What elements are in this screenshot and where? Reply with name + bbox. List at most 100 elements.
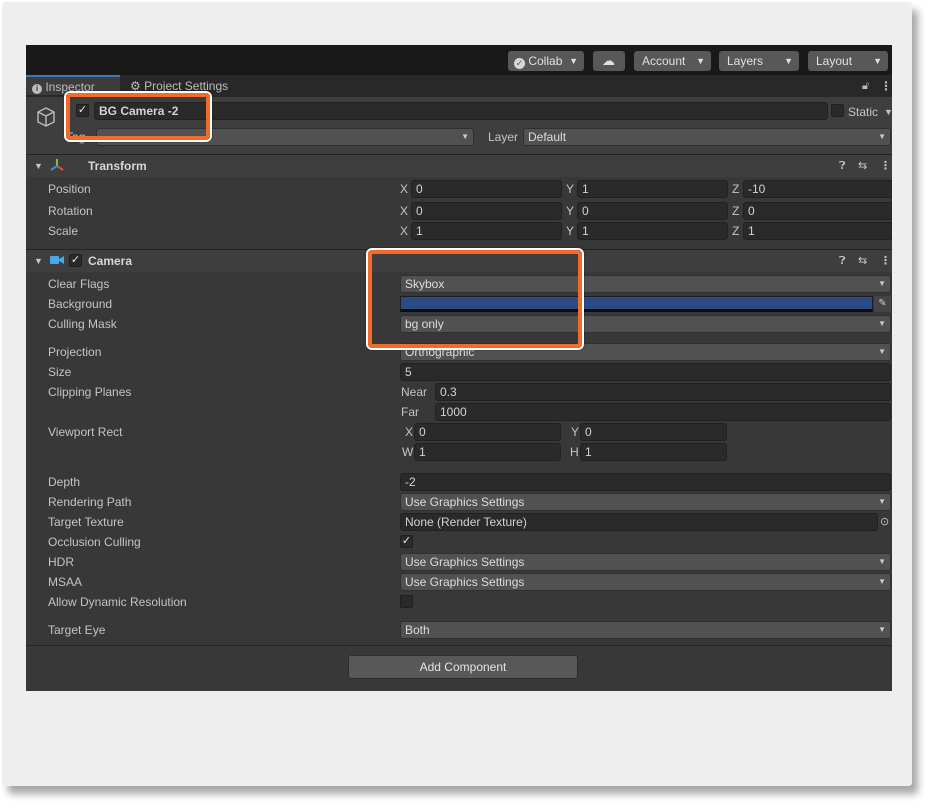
- collab-check-icon: ✓: [514, 58, 525, 69]
- object-name-field[interactable]: BG Camera -2: [94, 102, 828, 120]
- more-menu-icon[interactable]: ⋮: [880, 75, 892, 97]
- static-checkbox[interactable]: [831, 104, 844, 117]
- info-icon: i: [32, 84, 42, 94]
- axis-z-label: Z: [732, 182, 740, 196]
- account-button[interactable]: Account ▼: [634, 51, 711, 71]
- rendering-path-dropdown[interactable]: Use Graphics Settings ▼: [400, 493, 891, 511]
- layer-label: Layer: [488, 130, 519, 144]
- layers-button[interactable]: Layers ▼: [719, 51, 799, 71]
- viewport-y-label: Y: [571, 425, 580, 439]
- viewport-x-field[interactable]: 0: [414, 423, 561, 441]
- background-label: Background: [48, 297, 113, 311]
- more-menu-icon[interactable]: ⋮: [880, 155, 891, 177]
- viewport-w-label: W: [402, 445, 414, 459]
- chevron-down-icon[interactable]: ▼: [884, 103, 892, 121]
- cloud-button[interactable]: ☁: [593, 51, 625, 71]
- near-plane-field[interactable]: 0.3: [435, 383, 891, 401]
- depth-field[interactable]: -2: [400, 473, 891, 491]
- object-picker-icon[interactable]: ⊙: [880, 513, 889, 531]
- viewport-y-field[interactable]: 0: [580, 423, 727, 441]
- viewport-x-label: X: [405, 425, 414, 439]
- foldout-arrow-icon[interactable]: ▼: [34, 155, 43, 177]
- viewport-h-label: H: [570, 445, 579, 459]
- culling-mask-dropdown[interactable]: bg only ▼: [400, 315, 891, 333]
- transform-rotation-y-field[interactable]: 0: [577, 202, 728, 220]
- msaa-dropdown[interactable]: Use Graphics Settings ▼: [400, 573, 891, 591]
- projection-dropdown[interactable]: Orthographic ▼: [400, 343, 891, 361]
- add-component-button[interactable]: Add Component: [348, 655, 578, 679]
- camera-component-header[interactable]: ▼ ✓ Camera ❓︎ ⇆ ⋮: [26, 249, 892, 272]
- transform-title: Transform: [88, 159, 147, 173]
- clipping-planes-label: Clipping Planes: [48, 385, 132, 399]
- far-plane-field[interactable]: 1000: [435, 403, 891, 421]
- chevron-down-icon: ▼: [878, 347, 886, 356]
- more-menu-icon[interactable]: ⋮: [880, 250, 891, 272]
- help-icon[interactable]: ❓︎: [839, 250, 846, 272]
- static-label: Static: [848, 105, 879, 119]
- target-texture-field[interactable]: None (Render Texture): [400, 513, 878, 531]
- hdr-dropdown[interactable]: Use Graphics Settings ▼: [400, 553, 891, 571]
- divider: [26, 645, 892, 646]
- transform-position-x-field[interactable]: 0: [411, 180, 562, 198]
- transform-component-header[interactable]: ▼ Transform ❓︎ ⇆ ⋮: [26, 154, 892, 177]
- chevron-down-icon: ▼: [461, 132, 469, 141]
- eyedropper-icon[interactable]: ✎: [874, 296, 891, 312]
- transform-scale-y-field[interactable]: 1: [577, 222, 728, 240]
- tab-project-settings[interactable]: ⚙ Project Settings: [130, 75, 250, 97]
- foldout-arrow-icon[interactable]: ▼: [34, 250, 43, 272]
- chevron-down-icon: ▼: [878, 319, 886, 328]
- camera-title: Camera: [88, 254, 133, 268]
- transform-rotation-z-field[interactable]: 0: [743, 202, 892, 220]
- chevron-down-icon: ▼: [878, 132, 886, 141]
- viewport-h-field[interactable]: 1: [580, 443, 727, 461]
- unity-inspector-window: ✓ Collab ▼ ☁ Account ▼ Layers ▼ Layout ▼…: [26, 45, 892, 691]
- chevron-down-icon: ▼: [696, 56, 705, 66]
- gameobject-cube-icon: [35, 106, 57, 131]
- transform-scale-x-field[interactable]: 1: [411, 222, 562, 240]
- viewport-w-field[interactable]: 1: [414, 443, 561, 461]
- dynamic-resolution-label: Allow Dynamic Resolution: [48, 595, 187, 609]
- chevron-down-icon: ▼: [878, 497, 886, 506]
- layout-button[interactable]: Layout ▼: [808, 51, 888, 71]
- transform-scale-z-field[interactable]: 1: [743, 222, 892, 240]
- axis-x-label: X: [400, 204, 409, 218]
- tag-dropdown[interactable]: ▼: [96, 128, 474, 146]
- transform-axes-icon: [50, 155, 64, 177]
- target-eye-dropdown[interactable]: Both ▼: [400, 621, 891, 639]
- collab-button[interactable]: ✓ Collab ▼: [508, 51, 584, 71]
- chevron-down-icon: ▼: [569, 56, 578, 66]
- camera-icon: [50, 250, 64, 272]
- depth-label: Depth: [48, 475, 81, 489]
- tab-bar: i Inspector ⚙ Project Settings 🔓︎ ⋮: [26, 75, 892, 97]
- axis-x-label: X: [400, 224, 409, 238]
- transform-position-y-field[interactable]: 1: [577, 180, 728, 198]
- axis-y-label: Y: [566, 182, 575, 196]
- transform-rotation-label: Rotation: [48, 204, 93, 218]
- clear-flags-label: Clear Flags: [48, 277, 110, 291]
- chevron-down-icon: ▼: [784, 56, 793, 66]
- camera-enabled-checkbox[interactable]: ✓: [69, 254, 82, 267]
- size-label: Size: [48, 365, 72, 379]
- dynamic-resolution-checkbox[interactable]: [400, 595, 413, 608]
- chevron-down-icon: ▼: [878, 557, 886, 566]
- transform-position-z-field[interactable]: -10: [743, 180, 892, 198]
- size-field[interactable]: 5: [400, 363, 891, 381]
- tab-inspector[interactable]: i Inspector: [26, 75, 120, 95]
- axis-z-label: Z: [732, 204, 740, 218]
- preset-icon[interactable]: ⇆: [858, 250, 867, 272]
- gear-icon: ⚙: [130, 79, 141, 93]
- transform-rotation-x-field[interactable]: 0: [411, 202, 562, 220]
- transform-position-label: Position: [48, 182, 91, 196]
- help-icon[interactable]: ❓︎: [839, 155, 846, 177]
- hdr-label: HDR: [48, 555, 74, 569]
- layer-dropdown[interactable]: Default ▼: [523, 128, 891, 146]
- target-texture-label: Target Texture: [48, 515, 124, 529]
- clear-flags-dropdown[interactable]: Skybox ▼: [400, 275, 891, 293]
- axis-y-label: Y: [566, 224, 575, 238]
- lock-icon[interactable]: 🔓︎: [862, 75, 869, 97]
- preset-icon[interactable]: ⇆: [858, 155, 867, 177]
- background-color-field[interactable]: [400, 296, 873, 312]
- active-checkbox[interactable]: ✓: [76, 104, 89, 117]
- transform-scale-label: Scale: [48, 224, 79, 238]
- occlusion-culling-checkbox[interactable]: ✓: [400, 535, 413, 548]
